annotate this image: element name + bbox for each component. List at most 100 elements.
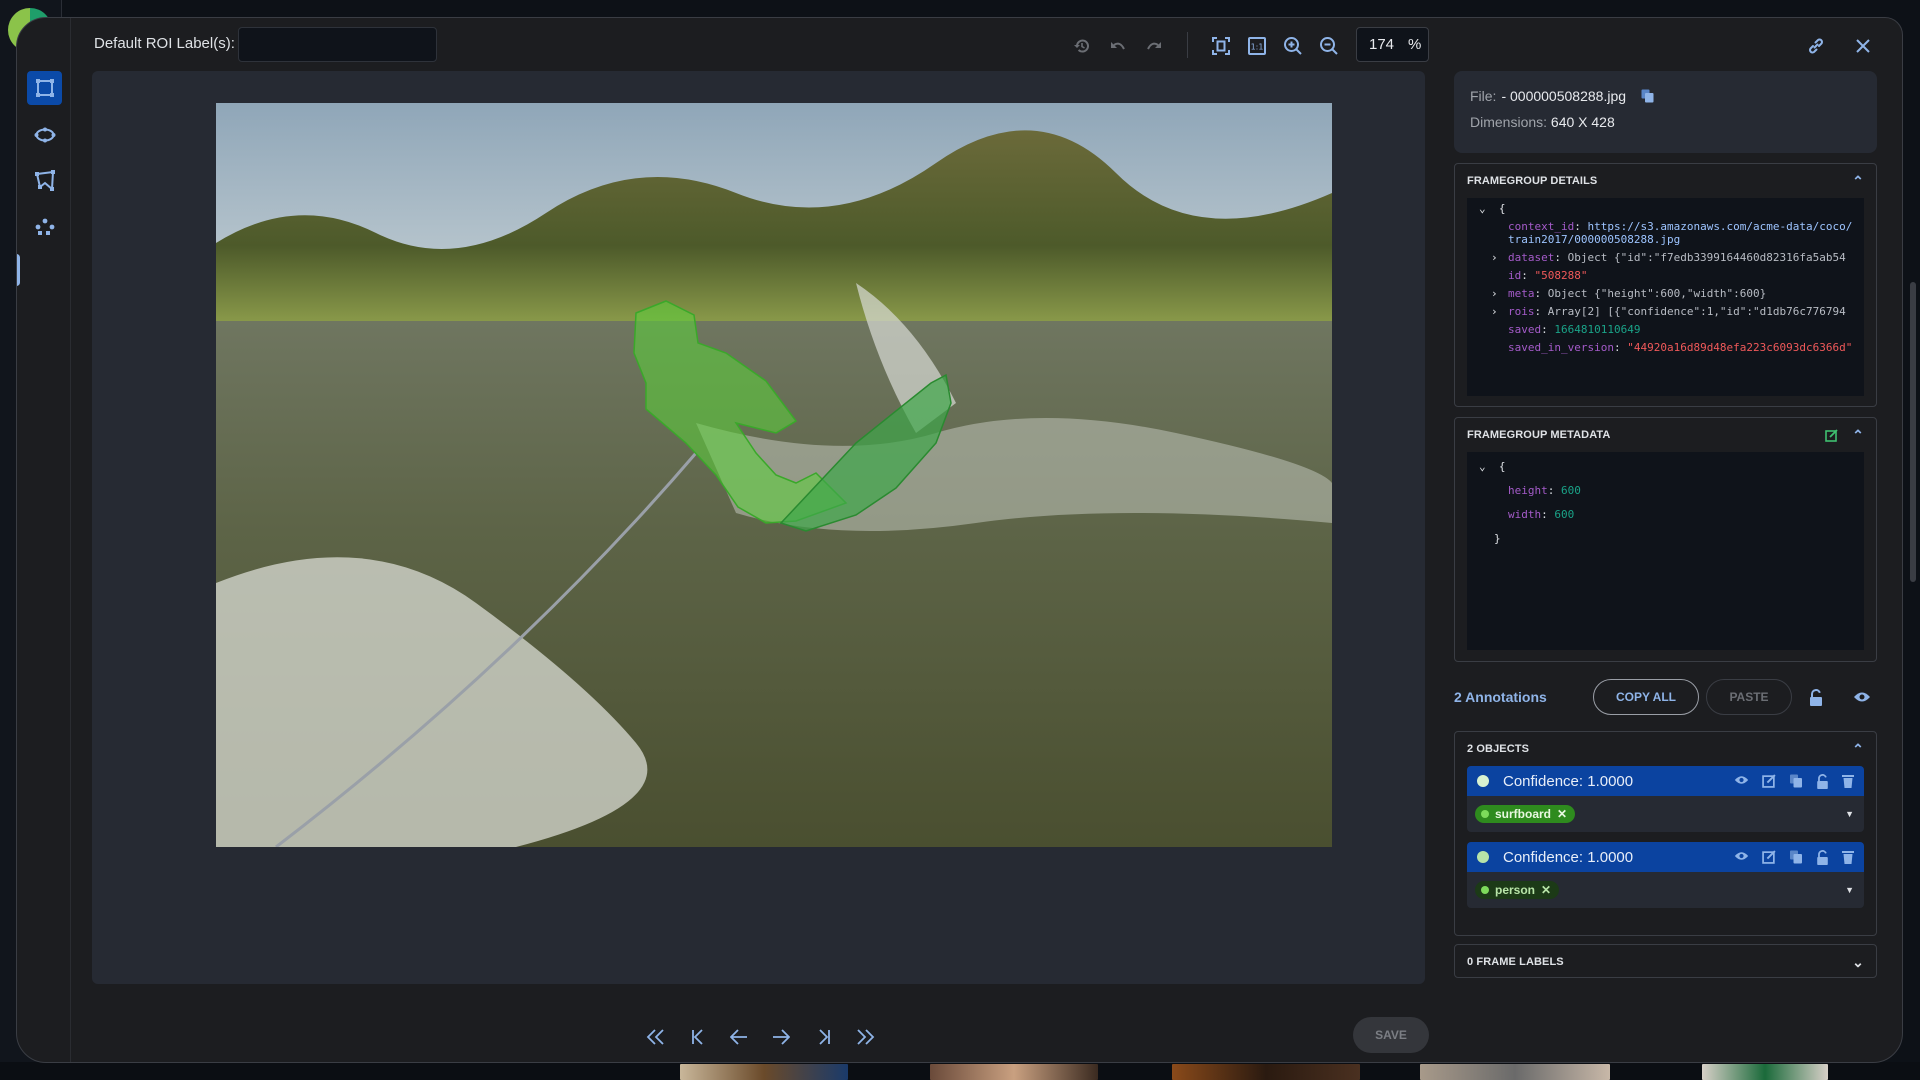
copy-link-button[interactable] <box>1806 36 1826 56</box>
image-canvas[interactable] <box>92 71 1425 984</box>
copy-all-button[interactable]: COPY ALL <box>1593 679 1699 715</box>
label-color-dot <box>1481 810 1489 818</box>
first-frame-button[interactable] <box>644 1026 668 1048</box>
dropdown-caret-icon[interactable]: ▼ <box>1845 885 1854 895</box>
zoom-level-input[interactable]: 174% <box>1356 27 1429 62</box>
thumbnail[interactable] <box>1420 1064 1610 1080</box>
collapse-icon[interactable]: ⌃ <box>1852 427 1864 444</box>
undo-button[interactable] <box>1108 36 1128 56</box>
keypoint-tool[interactable] <box>27 210 62 244</box>
remove-label-icon[interactable]: ✕ <box>1541 883 1551 897</box>
show-all-icon[interactable] <box>1853 691 1871 703</box>
actual-size-button[interactable]: 1:1 <box>1247 36 1267 56</box>
next-frame-button[interactable] <box>769 1026 793 1048</box>
rectangle-tool[interactable] <box>27 71 62 105</box>
label-chip[interactable]: surfboard ✕ <box>1475 805 1576 823</box>
json-brace: { <box>1498 460 1506 473</box>
object-header[interactable]: Confidence: 1.0000 <box>1467 766 1864 796</box>
visibility-icon[interactable] <box>1734 850 1749 862</box>
chevron-right-icon[interactable]: › <box>1491 305 1498 318</box>
history-icon <box>1074 39 1089 53</box>
paste-button[interactable]: PASTE <box>1706 679 1792 715</box>
json-brace: { <box>1498 202 1506 215</box>
file-label: File: <box>1470 88 1497 104</box>
fit-screen-icon <box>1212 37 1230 55</box>
copy-icon[interactable] <box>1789 850 1803 864</box>
annotated-image[interactable] <box>216 103 1332 847</box>
zoom-out-button[interactable] <box>1319 36 1339 56</box>
chevron-right-icon[interactable]: › <box>1491 287 1498 300</box>
last-frame-button[interactable] <box>853 1026 877 1048</box>
object-header[interactable]: Confidence: 1.0000 <box>1467 842 1864 872</box>
default-roi-input[interactable] <box>238 27 437 62</box>
thumbnail[interactable] <box>680 1064 848 1080</box>
fast-rewind-icon <box>646 1029 664 1045</box>
edit-icon[interactable] <box>1762 773 1776 788</box>
chevron-down-icon[interactable]: ⌄ <box>1479 202 1486 215</box>
thumbnail[interactable] <box>1702 1064 1828 1080</box>
tool-palette <box>17 18 71 1062</box>
object-item[interactable]: Confidence: 1.0000 person ✕ ▼ <box>1467 842 1864 908</box>
objects-panel: 2 OBJECTS ⌃ Confidence: 1.0000 surfboard ✕ ▼… <box>1454 731 1877 936</box>
label-color-dot <box>1481 886 1489 894</box>
thumbnail[interactable] <box>1172 1064 1360 1080</box>
save-button[interactable]: SAVE <box>1353 1017 1429 1053</box>
json-row[interactable]: › meta: Object {"height":600,"width":600} <box>1467 287 1864 300</box>
json-row: context_id: https://s3.amazonaws.com/acm… <box>1508 220 1853 246</box>
framegroup-json-viewer: ⌄ { context_id: https://s3.amazonaws.com… <box>1467 198 1864 396</box>
json-key: meta <box>1508 287 1535 300</box>
one-to-one-icon: 1:1 <box>1248 37 1266 55</box>
thumbnail[interactable] <box>930 1064 1098 1080</box>
frame-labels-panel[interactable]: 0 FRAME LABELS ⌄ <box>1454 944 1877 978</box>
copy-filename-icon[interactable] <box>1641 89 1654 103</box>
previous-frame-button[interactable] <box>727 1026 751 1048</box>
json-row[interactable]: › dataset: Object {"id":"f7edb3399164460d… <box>1467 251 1864 264</box>
default-roi-label: Default ROI Label(s): <box>94 35 235 52</box>
dropdown-caret-icon[interactable]: ▼ <box>1845 809 1854 819</box>
edit-icon[interactable] <box>1762 849 1776 864</box>
previous-key-frame-button[interactable] <box>686 1026 710 1048</box>
redo-button[interactable] <box>1144 36 1164 56</box>
side-tab-handle[interactable] <box>17 254 20 286</box>
unlock-icon[interactable] <box>1816 849 1829 865</box>
json-row[interactable]: › rois: Array[2] [{"confidence":1,"id":"d… <box>1467 305 1864 318</box>
unlock-all-icon[interactable] <box>1809 688 1823 706</box>
json-value: 600 <box>1554 508 1575 521</box>
frame-labels-title: 0 FRAME LABELS <box>1467 956 1564 968</box>
json-row: saved: 1664810110649 <box>1508 323 1641 336</box>
polygon-icon <box>34 170 55 192</box>
delete-icon[interactable] <box>1842 850 1854 864</box>
ellipse-tool[interactable] <box>27 118 62 152</box>
json-key: id <box>1508 269 1522 282</box>
json-key: saved_in_version <box>1508 341 1614 354</box>
page-scrollbar[interactable] <box>1910 282 1916 582</box>
objects-title: 2 OBJECTS <box>1467 743 1530 755</box>
label-chip[interactable]: person ✕ <box>1475 881 1560 899</box>
collapse-icon[interactable]: ⌃ <box>1852 173 1864 190</box>
zoom-unit: % <box>1408 36 1422 53</box>
expand-icon[interactable]: ⌄ <box>1852 954 1864 971</box>
visibility-icon[interactable] <box>1734 774 1749 786</box>
object-confidence: Confidence: 1.0000 <box>1503 848 1634 866</box>
close-button[interactable] <box>1853 36 1873 56</box>
next-key-frame-button[interactable] <box>812 1026 836 1048</box>
zoom-in-button[interactable] <box>1283 36 1303 56</box>
delete-icon[interactable] <box>1842 774 1854 788</box>
toolbar-divider <box>1187 32 1188 58</box>
json-value: 1664810110649 <box>1554 323 1641 336</box>
remove-label-icon[interactable]: ✕ <box>1557 807 1567 821</box>
copy-icon[interactable] <box>1789 774 1803 788</box>
json-brace: } <box>1494 532 1501 545</box>
polygon-tool[interactable] <box>27 164 62 198</box>
collapse-icon[interactable]: ⌃ <box>1852 741 1864 758</box>
close-icon <box>1856 39 1870 53</box>
unlock-icon[interactable] <box>1816 773 1829 789</box>
arrow-left-icon <box>730 1029 747 1045</box>
fit-to-screen-button[interactable] <box>1211 36 1231 56</box>
chevron-right-icon[interactable]: › <box>1491 251 1498 264</box>
object-item[interactable]: Confidence: 1.0000 surfboard ✕ ▼ <box>1467 766 1864 832</box>
chevron-down-icon[interactable]: ⌄ <box>1479 460 1486 473</box>
history-button[interactable] <box>1072 36 1092 56</box>
json-row: saved_in_version: "44920a16d89d48efa223c… <box>1508 341 1853 354</box>
edit-icon[interactable] <box>1825 428 1838 442</box>
